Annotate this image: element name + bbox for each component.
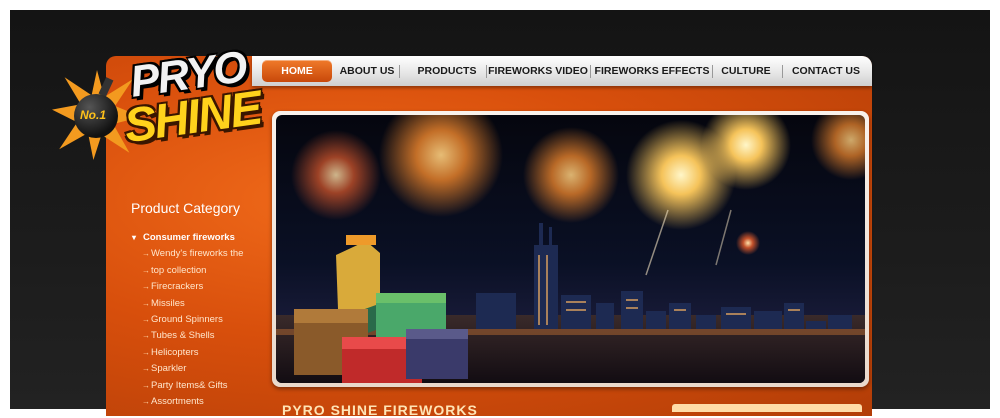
nav-culture[interactable]: CULTURE xyxy=(714,56,778,86)
category-item[interactable]: Helicopters xyxy=(131,345,243,362)
category-item[interactable]: Wendy's fireworks the xyxy=(131,246,243,263)
nav-contact-us[interactable]: CONTACT US xyxy=(784,56,868,86)
nav-products[interactable]: PRODUCTS xyxy=(412,56,482,86)
logo-badge: No.1 xyxy=(80,108,107,122)
hero-banner[interactable] xyxy=(272,111,869,387)
category-item[interactable]: Tubes & Shells xyxy=(131,328,243,345)
bottom-panel xyxy=(672,404,862,412)
fireworks-illustration xyxy=(276,115,865,383)
banner-image xyxy=(276,115,865,383)
category-head[interactable]: Consumer fireworks xyxy=(131,230,243,247)
nav-divider xyxy=(782,65,783,78)
category-list: Consumer fireworks Wendy's fireworks the… xyxy=(131,230,243,411)
main-nav: HOME ABOUT US PRODUCTS FIREWORKS VIDEO F… xyxy=(252,56,872,86)
category-item[interactable]: Missiles xyxy=(131,296,243,313)
nav-about-us[interactable]: ABOUT US xyxy=(334,56,400,86)
category-item[interactable]: Ground Spinners xyxy=(131,312,243,329)
category-item[interactable]: Party Items& Gifts xyxy=(131,378,243,395)
nav-home[interactable]: HOME xyxy=(262,60,332,82)
nav-divider xyxy=(590,65,591,78)
product-boxes-graphic xyxy=(294,235,468,383)
category-item[interactable]: Firecrackers xyxy=(131,279,243,296)
product-category-title: Product Category xyxy=(131,200,240,216)
nav-fireworks-effects[interactable]: FIREWORKS EFFECTS xyxy=(592,56,712,86)
nav-divider xyxy=(486,65,487,78)
site-logo[interactable]: No.1 PRYO SHINE xyxy=(52,42,264,165)
category-item[interactable]: Assortments xyxy=(131,394,243,411)
category-item[interactable]: Sparkler xyxy=(131,361,243,378)
nav-fireworks-video[interactable]: FIREWORKS VIDEO xyxy=(488,56,588,86)
nav-divider xyxy=(712,65,713,78)
bottom-heading: PYRO SHINE FIREWORKS xyxy=(282,402,478,418)
category-item[interactable]: top collection xyxy=(131,263,243,280)
